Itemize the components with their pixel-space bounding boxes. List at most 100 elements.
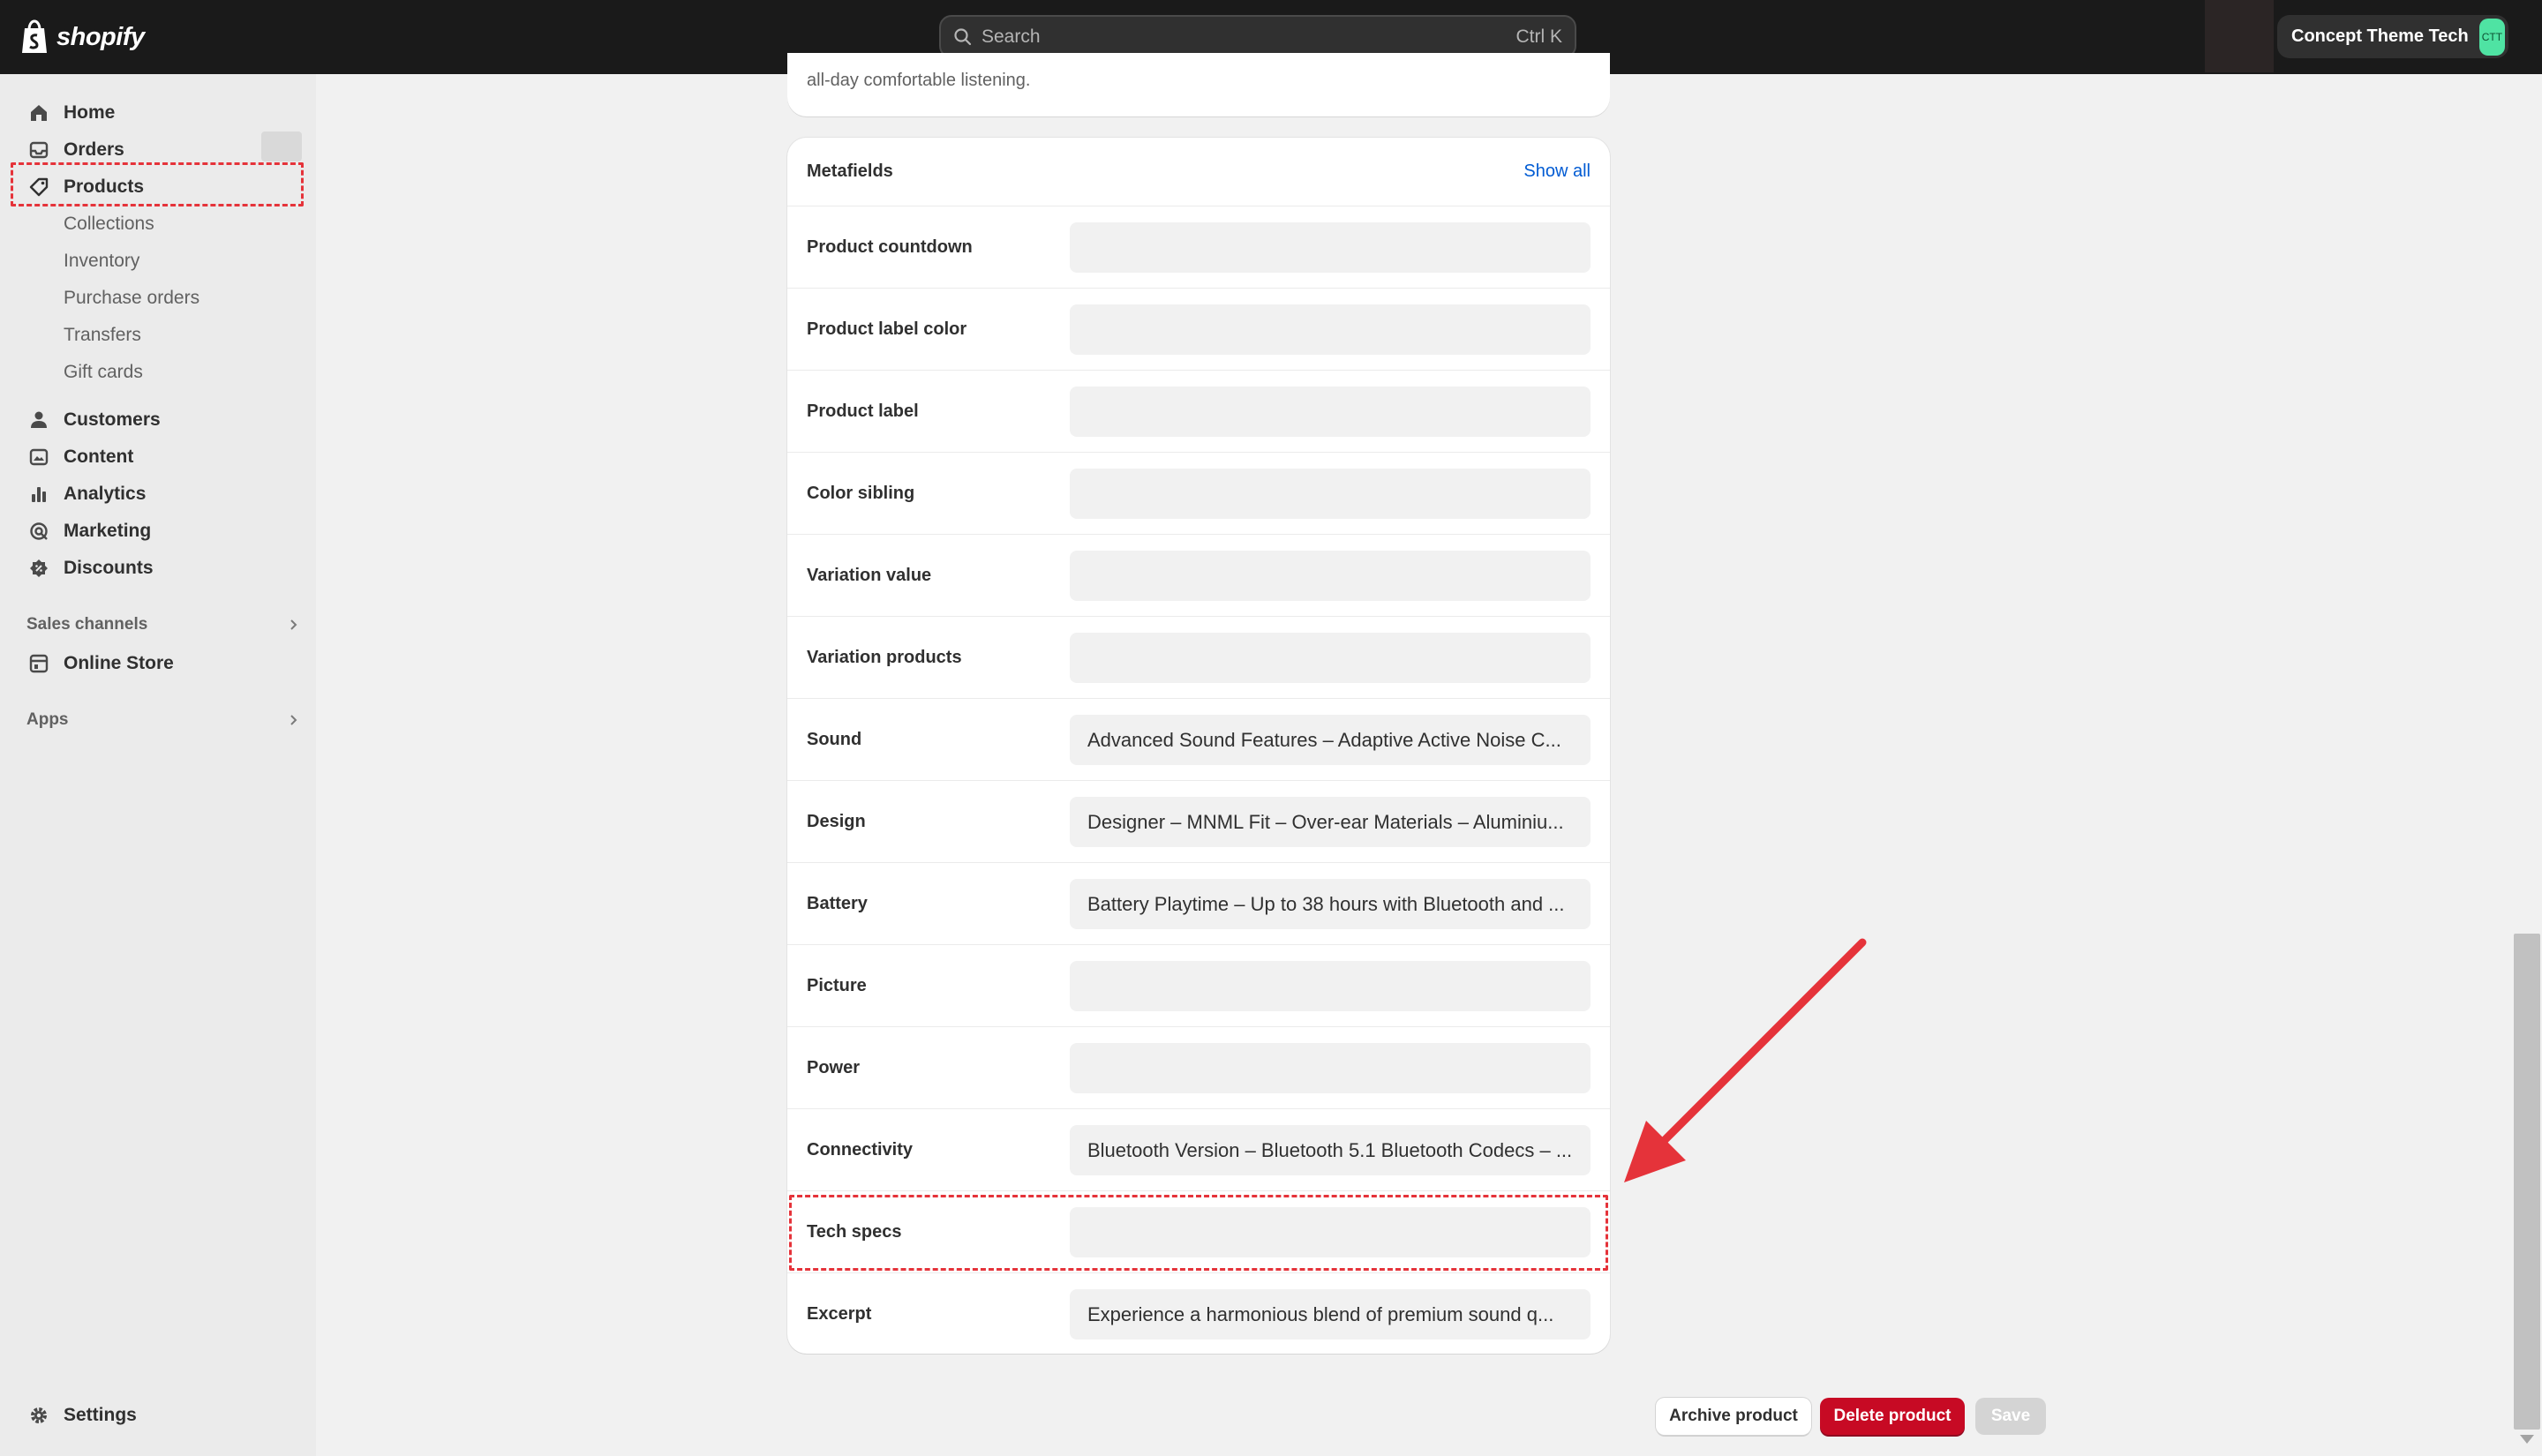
content-icon xyxy=(29,448,49,466)
metafield-row-product-label: Product label xyxy=(787,371,1610,453)
sidebar-item-discounts[interactable]: Discounts xyxy=(11,551,304,586)
store-name: Concept Theme Tech xyxy=(2291,26,2469,46)
metafield-label: Product countdown xyxy=(807,237,973,257)
metafield-input[interactable] xyxy=(1070,961,1591,1011)
metafield-label: Variation value xyxy=(807,566,932,585)
sidebar-item-content[interactable]: Content xyxy=(11,439,304,475)
sidebar-item-analytics[interactable]: Analytics xyxy=(11,477,304,512)
section-label: Sales channels xyxy=(26,615,148,634)
archive-product-button[interactable]: Archive product xyxy=(1656,1398,1811,1435)
section-label: Apps xyxy=(26,710,69,729)
shopify-bag-icon xyxy=(22,19,47,53)
metafield-input[interactable]: Advanced Sound Features – Adaptive Activ… xyxy=(1070,715,1591,765)
chevron-right-icon xyxy=(290,715,297,725)
metafield-input[interactable] xyxy=(1070,387,1591,437)
metafield-row-variation-products: Variation products xyxy=(787,617,1610,699)
topbar-notification-area[interactable] xyxy=(2205,0,2274,72)
metafield-input[interactable] xyxy=(1070,633,1591,683)
metafield-label: Variation products xyxy=(807,648,962,667)
sidebar-subitem-purchase-orders[interactable]: Purchase orders xyxy=(64,281,199,316)
metafield-row-color-sibling: Color sibling xyxy=(787,453,1610,535)
metafield-input[interactable] xyxy=(1070,469,1591,519)
sidebar-subitem-gift-cards[interactable]: Gift cards xyxy=(64,355,143,390)
metafield-row-power: Power xyxy=(787,1027,1610,1109)
sidebar: Home Orders Products Collections Invento… xyxy=(0,74,316,1456)
store-avatar: CTT xyxy=(2478,18,2505,56)
scroll-down-arrow-icon[interactable] xyxy=(2520,1435,2534,1444)
metafield-label: Product label xyxy=(807,402,919,421)
target-icon xyxy=(30,522,48,540)
metafield-row-variation-value: Variation value xyxy=(787,535,1610,617)
metafield-input[interactable] xyxy=(1070,222,1591,273)
sidebar-subitem-inventory[interactable]: Inventory xyxy=(64,244,139,279)
metafield-input[interactable]: Experience a harmonious blend of premium… xyxy=(1070,1289,1591,1340)
sidebar-subitem-collections[interactable]: Collections xyxy=(64,206,154,242)
shopify-logo[interactable]: shopify xyxy=(19,18,145,56)
metafields-header: Metafields Show all xyxy=(787,138,1610,206)
sidebar-item-customers[interactable]: Customers xyxy=(11,402,304,438)
search-bar[interactable]: Search Ctrl K xyxy=(939,15,1576,58)
metafield-row-picture: Picture xyxy=(787,945,1610,1027)
metafield-row-product-countdown: Product countdown xyxy=(787,206,1610,289)
sidebar-item-home[interactable]: Home xyxy=(11,95,304,131)
brand-name: shopify xyxy=(56,22,145,51)
metafields-title: Metafields xyxy=(807,161,893,181)
metafields-card: Metafields Show all Product countdown Pr… xyxy=(787,138,1610,1354)
metafield-label: Picture xyxy=(807,976,867,995)
metafield-input[interactable] xyxy=(1070,304,1591,355)
metafield-label: Sound xyxy=(807,730,862,749)
delete-product-button[interactable]: Delete product xyxy=(1820,1398,1965,1435)
gear-icon xyxy=(31,1407,47,1423)
save-button[interactable]: Save xyxy=(1975,1398,2046,1435)
products-highlight-box xyxy=(11,162,304,206)
sidebar-item-label: Content xyxy=(64,447,134,467)
inbox-icon xyxy=(29,141,49,159)
metafield-label: Power xyxy=(807,1058,861,1077)
sidebar-section-sales-channels[interactable]: Sales channels xyxy=(26,609,300,641)
chevron-right-icon xyxy=(290,619,297,630)
metafield-label: Connectivity xyxy=(807,1140,914,1160)
metafield-row-product-label-color: Product label color xyxy=(787,289,1610,371)
sidebar-item-marketing[interactable]: Marketing xyxy=(11,514,304,549)
description-text: all-day comfortable listening. xyxy=(807,71,1031,90)
bar-chart-icon xyxy=(32,487,46,502)
sidebar-item-label: Online Store xyxy=(64,653,174,673)
store-menu-button[interactable]: Concept Theme Tech CTT xyxy=(2277,15,2508,58)
sidebar-item-label: Analytics xyxy=(64,484,147,504)
show-all-link[interactable]: Show all xyxy=(1523,161,1591,182)
search-shortcut: Ctrl K xyxy=(1515,26,1563,47)
metafield-row-battery: Battery Battery Playtime – Up to 38 hour… xyxy=(787,863,1610,945)
metafield-label: Product label color xyxy=(807,319,967,339)
sidebar-item-label: Discounts xyxy=(64,558,154,578)
sidebar-item-label: Home xyxy=(64,102,116,123)
sidebar-item-label: Marketing xyxy=(64,521,152,541)
metafield-label: Design xyxy=(807,812,866,831)
metafield-input[interactable] xyxy=(1070,551,1591,601)
metafield-label: Battery xyxy=(807,894,868,913)
sidebar-subitem-transfers[interactable]: Transfers xyxy=(64,318,141,353)
metafield-label: Excerpt xyxy=(807,1304,872,1324)
sidebar-item-label: Settings xyxy=(64,1405,137,1425)
description-card: all-day comfortable listening. xyxy=(787,53,1610,116)
sidebar-item-settings[interactable]: Settings xyxy=(11,1398,304,1433)
home-icon xyxy=(31,105,47,121)
metafield-row-connectivity: Connectivity Bluetooth Version – Bluetoo… xyxy=(787,1109,1610,1191)
metafield-row-sound: Sound Advanced Sound Features – Adaptive… xyxy=(787,699,1610,781)
metafield-row-excerpt: Excerpt Experience a harmonious blend of… xyxy=(787,1273,1610,1354)
person-icon xyxy=(31,411,47,428)
metafield-input[interactable]: Designer – MNML Fit – Over-ear Materials… xyxy=(1070,797,1591,847)
sidebar-section-apps[interactable]: Apps xyxy=(26,704,300,736)
sidebar-item-label: Customers xyxy=(64,409,161,430)
store-icon xyxy=(29,654,49,673)
metafield-input[interactable]: Battery Playtime – Up to 38 hours with B… xyxy=(1070,879,1591,929)
discount-icon xyxy=(30,559,48,577)
metafield-row-design: Design Designer – MNML Fit – Over-ear Ma… xyxy=(787,781,1610,863)
scrollbar-thumb[interactable] xyxy=(2514,934,2540,1430)
metafield-input[interactable]: Bluetooth Version – Bluetooth 5.1 Blueto… xyxy=(1070,1125,1591,1175)
metafield-label: Color sibling xyxy=(807,484,915,503)
metafield-input[interactable] xyxy=(1070,1043,1591,1093)
sidebar-item-label: Orders xyxy=(64,139,124,160)
annotation-arrow-icon xyxy=(1624,938,1867,1182)
search-icon xyxy=(954,27,972,45)
sidebar-item-online-store[interactable]: Online Store xyxy=(11,646,304,681)
